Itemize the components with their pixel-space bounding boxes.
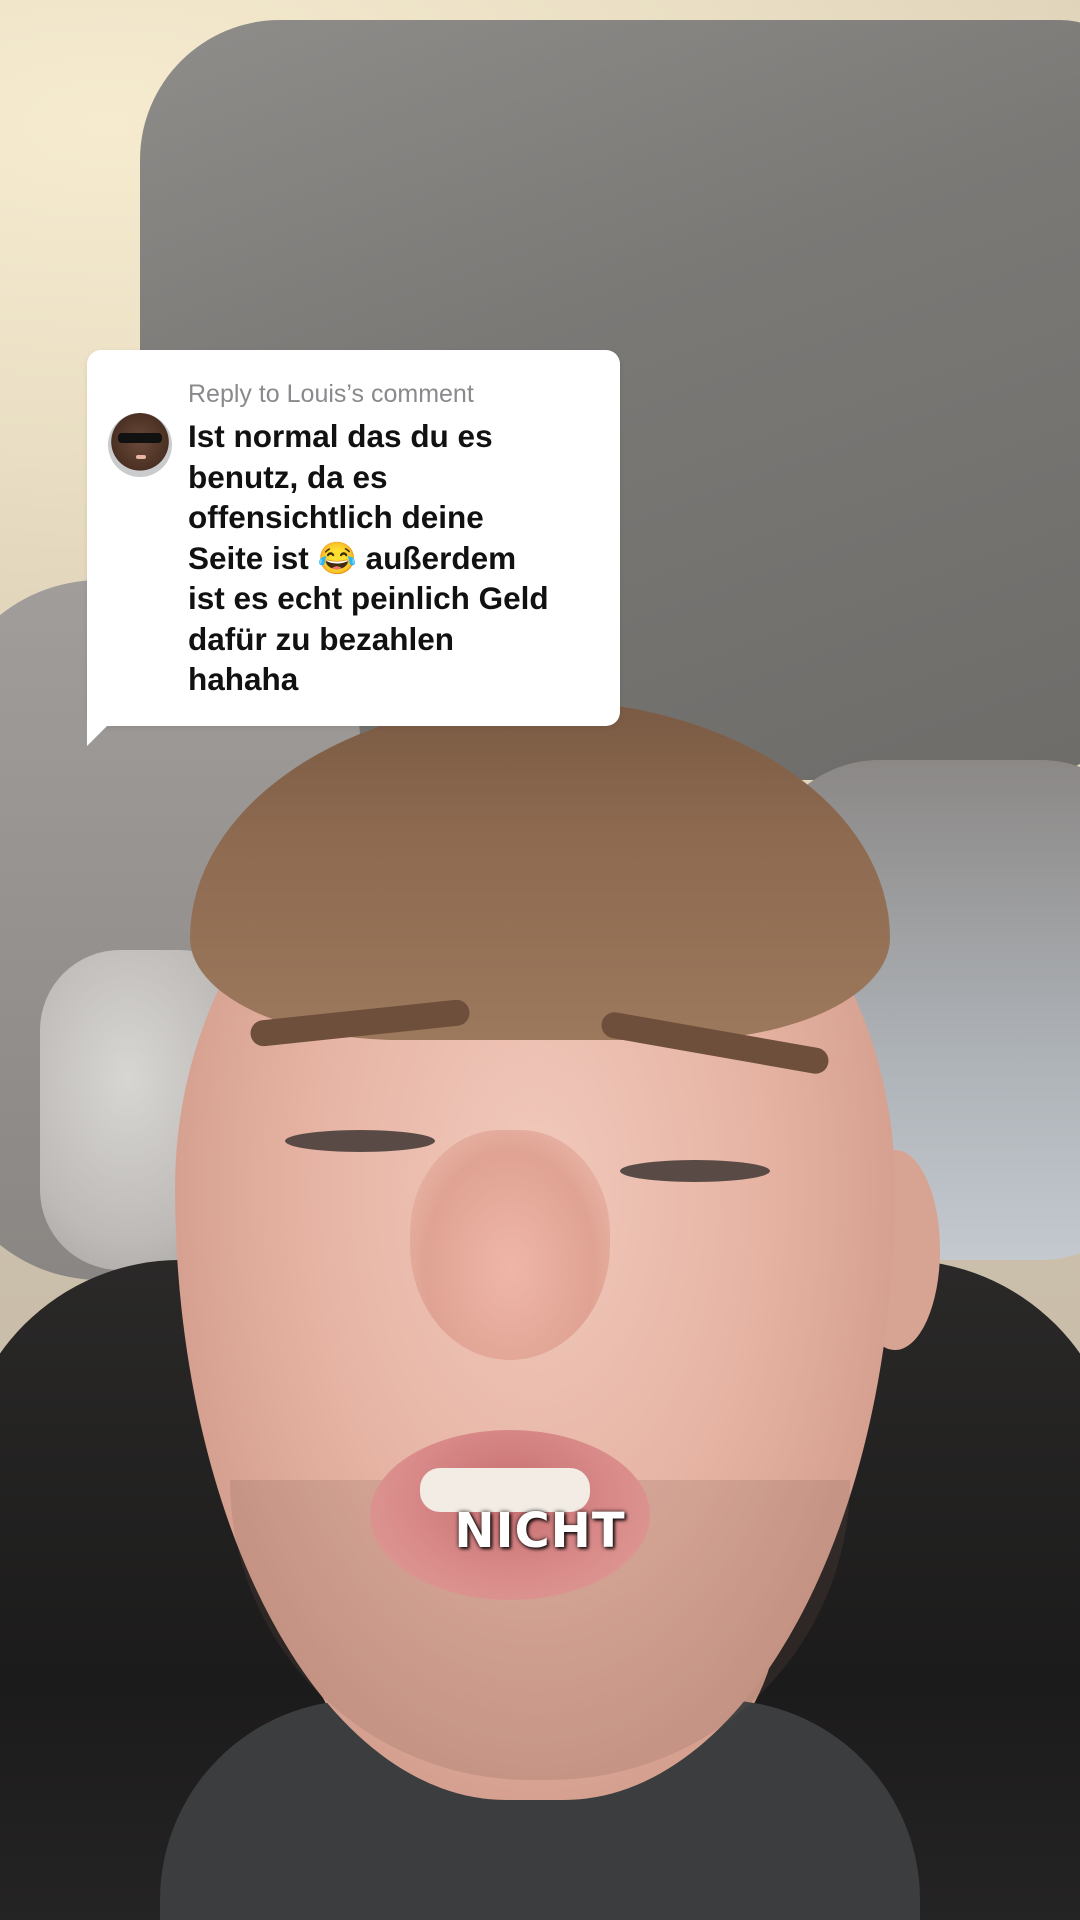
user-avatar-icon[interactable] bbox=[108, 413, 172, 477]
comment-line: benutz, da es bbox=[188, 458, 388, 495]
comment-line: Seite ist 😂 außerdem bbox=[188, 538, 608, 579]
comment-line: offensichtlich deine bbox=[188, 499, 484, 535]
comment-line-segment: außerdem bbox=[356, 539, 517, 576]
comment-line: hahaha bbox=[188, 661, 299, 697]
video-caption: NICHT bbox=[454, 1503, 626, 1559]
nose bbox=[410, 1130, 610, 1360]
comment-text: Ist normal das du es benutz, da es offen… bbox=[188, 416, 608, 700]
comment-line: Ist normal das du es bbox=[188, 418, 493, 454]
comment-line: ist es echt peinlich Geld bbox=[188, 580, 549, 616]
comment-line: dafür zu bezahlen bbox=[188, 620, 455, 657]
comment-bubble-tail bbox=[87, 712, 121, 746]
laughing-emoji-icon: 😂 bbox=[317, 539, 357, 576]
avatar-mouth bbox=[136, 455, 146, 459]
eye-right bbox=[620, 1160, 770, 1182]
sunglasses-icon bbox=[118, 433, 162, 443]
eye-left bbox=[285, 1130, 435, 1152]
reply-label: Reply to Louis’s comment bbox=[188, 380, 474, 408]
comment-line-segment: Seite ist bbox=[188, 539, 318, 576]
video-frame[interactable] bbox=[0, 0, 1080, 1920]
